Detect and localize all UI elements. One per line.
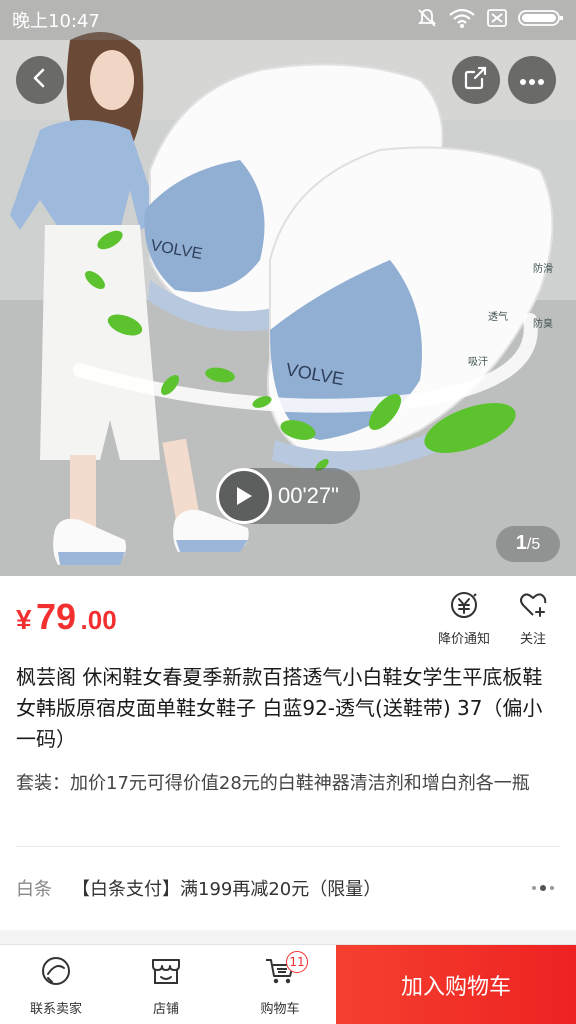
product-price: ¥ 79 .00 [16,596,117,638]
divider [16,846,560,847]
cart-button[interactable]: 11 购物车 [244,945,316,1024]
shop-label: 店铺 [152,1001,179,1017]
cart-label: 购物车 [260,1001,300,1017]
video-play-button[interactable]: 00'27" [216,468,360,524]
play-icon [216,468,272,524]
chevron-left-icon [28,66,52,94]
back-button[interactable] [16,56,64,104]
sim-icon [486,8,508,33]
product-title: 枫芸阁 休闲鞋女春夏季新款百搭透气小白鞋女学生平底板鞋女韩版原宿皮面单鞋女鞋子 … [16,665,543,751]
price-currency: ¥ [16,604,32,635]
price-notify-icon [449,590,479,624]
share-icon [463,65,489,95]
gallery-total-pages: /5 [526,536,541,553]
status-bar: 晚上10:47 [0,0,576,40]
price-decimal: .00 [80,605,117,635]
feature-text-breathable: 透气 [488,310,508,323]
add-to-cart-button[interactable]: 加入购物车 [336,945,576,1024]
shop-button[interactable]: 店铺 [130,945,202,1024]
section-gap [0,930,576,944]
price-drop-notify-button[interactable]: 降价通知 [438,590,490,647]
gallery-current-page: 1 [515,532,527,554]
bottom-action-bar: 联系卖家 店铺 11 购物车 加入购物车 [0,944,576,1024]
more-dots-icon [519,71,545,90]
chat-icon [39,954,73,992]
share-button[interactable] [452,56,500,104]
baitiao-offer-text: 【白条支付】满199再减20元（限量） [72,879,382,900]
video-duration: 00'27" [278,483,339,508]
follow-button[interactable]: 关注 [518,590,548,647]
battery-icon [518,8,564,33]
more-options-button[interactable] [508,56,556,104]
contact-seller-button[interactable]: 联系卖家 [20,945,92,1024]
price-notify-label: 降价通知 [438,632,491,647]
cart-count-badge: 11 [286,951,308,973]
product-promo: 套装：加价17元可得价值28元的白鞋神器清洁剂和增白剂各一瓶 [16,773,530,794]
heart-plus-icon [518,590,548,624]
feature-text-anti-odor: 防臭 [533,317,553,330]
price-integer: 79 [36,596,77,637]
wifi-icon [448,7,476,34]
status-time: 晚上10:47 [12,11,100,32]
store-icon [149,954,183,992]
feature-text-anti-slip: 防滑 [533,262,553,275]
mute-icon [416,7,438,34]
follow-label: 关注 [519,632,546,647]
gallery-page-indicator: 1 /5 [496,526,560,562]
feature-text-sweat: 吸汗 [468,355,488,368]
product-image-gallery[interactable]: VOLVE VOLVE 防滑 透气 防臭 吸汗 晚上10:47 00'27" 1… [0,0,576,576]
baitiao-label: 白条 [16,879,52,900]
contact-seller-label: 联系卖家 [29,1001,82,1017]
price-row: ¥ 79 .00 降价通知 关注 [0,576,576,658]
baitiao-offer-row[interactable]: 白条 【白条支付】满199再减20元（限量） [0,848,576,928]
more-dots-icon [532,885,554,891]
